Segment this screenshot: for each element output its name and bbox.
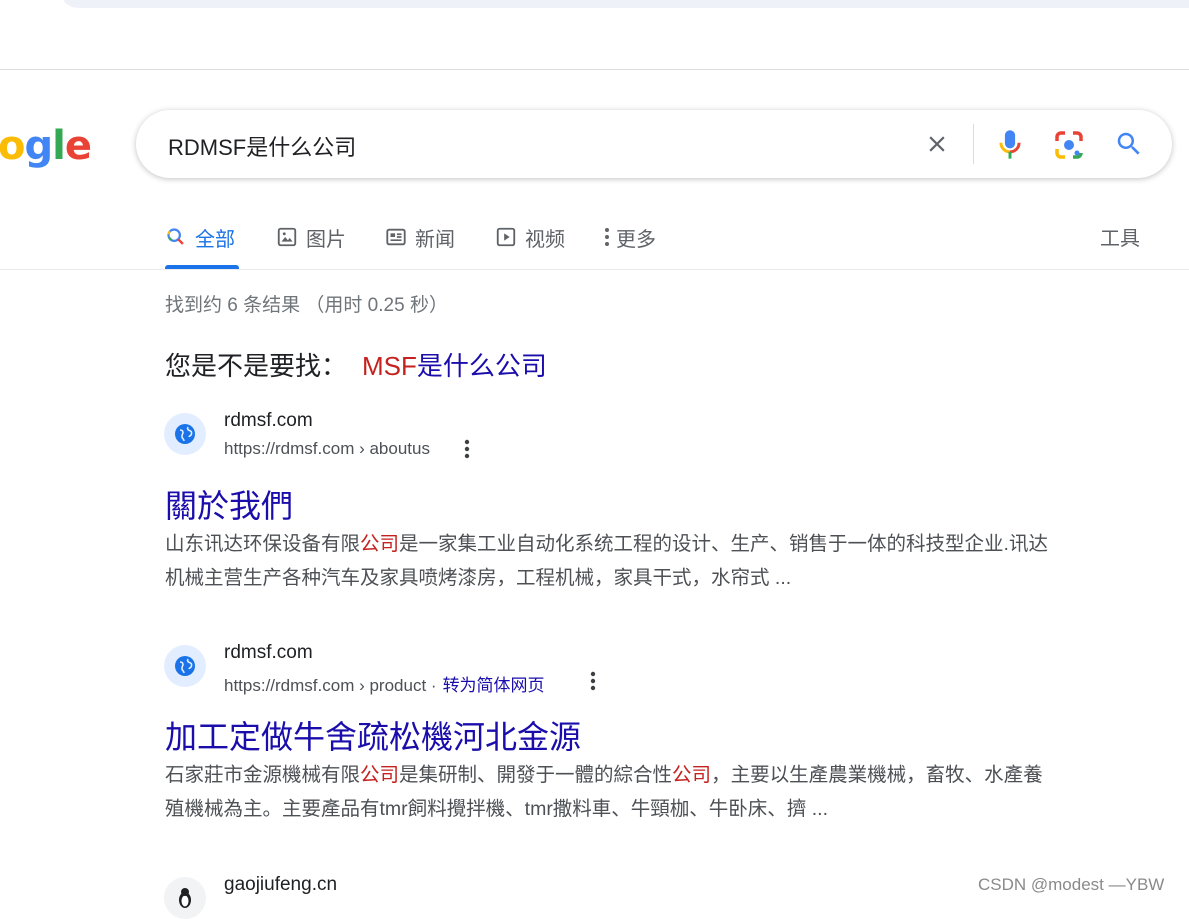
- translate-link[interactable]: 转为简体网页: [443, 676, 545, 695]
- clear-icon[interactable]: [924, 131, 950, 157]
- result-stats: 找到约 6 条结果 （用时 0.25 秒）: [165, 295, 448, 316]
- more-options-icon[interactable]: [588, 669, 598, 693]
- google-logo[interactable]: ogle: [0, 120, 92, 172]
- globe-icon[interactable]: [164, 645, 206, 687]
- result-title-link[interactable]: 加工定做牛舍疏松機河北金源: [165, 712, 581, 758]
- result-site-name[interactable]: gaojiufeng.cn: [224, 874, 337, 896]
- search-icon[interactable]: [1114, 129, 1144, 159]
- result-url-text[interactable]: https://rdmsf.com › product ·: [224, 676, 437, 695]
- search-input[interactable]: [166, 127, 770, 165]
- tab-label: 新闻: [415, 228, 455, 251]
- tab-more[interactable]: 更多: [602, 222, 656, 252]
- tab-label: 更多: [616, 228, 656, 251]
- tab-videos[interactable]: 视频: [495, 222, 565, 252]
- result-site-name[interactable]: rdmsf.com: [224, 410, 313, 432]
- globe-icon[interactable]: [164, 413, 206, 455]
- search-divider: [973, 124, 974, 164]
- tab-news[interactable]: 新闻: [385, 222, 455, 252]
- search-icon: [167, 228, 184, 245]
- did-you-mean-link[interactable]: MSF是什么公司: [362, 346, 547, 383]
- tools-button[interactable]: 工具: [1100, 222, 1140, 251]
- result-title-link[interactable]: 關於我們: [165, 481, 293, 527]
- tab-label: 全部: [195, 228, 235, 251]
- more-vert-icon: [605, 228, 609, 246]
- tabs-divider: [0, 269, 1189, 270]
- news-icon: [386, 228, 406, 246]
- microphone-icon[interactable]: [996, 128, 1024, 162]
- tab-images[interactable]: 图片: [276, 222, 346, 252]
- did-you-mean-label: 您是不是要找：: [165, 351, 348, 381]
- result-site-name[interactable]: rdmsf.com: [224, 642, 313, 664]
- watermark: CSDN @modest —YBW: [978, 875, 1165, 894]
- result-url: https://rdmsf.com › product · 转为简体网页: [224, 671, 545, 696]
- result-snippet: 石家莊市金源機械有限公司是集研制、開發于一體的綜合性公司，主要以生產農業機械，畜…: [165, 764, 1043, 820]
- tab-all[interactable]: 全部: [165, 222, 235, 252]
- tab-label: 视频: [525, 228, 565, 251]
- result-url[interactable]: https://rdmsf.com › aboutus: [224, 439, 430, 459]
- lens-icon[interactable]: [1054, 130, 1084, 160]
- browser-top-bar: [60, 0, 1189, 8]
- header-divider: [0, 69, 1189, 70]
- did-you-mean-rest: 是什么公司: [416, 351, 547, 381]
- video-icon: [496, 227, 516, 247]
- did-you-mean-highlight: MSF: [362, 351, 417, 381]
- penguin-icon[interactable]: [164, 877, 206, 919]
- more-options-icon[interactable]: [462, 437, 472, 461]
- image-icon: [277, 227, 297, 247]
- result-snippet: 山东讯达环保设备有限公司是一家集工业自动化系统工程的设计、生产、销售于一体的科技…: [165, 533, 1048, 589]
- tab-label: 图片: [306, 228, 346, 251]
